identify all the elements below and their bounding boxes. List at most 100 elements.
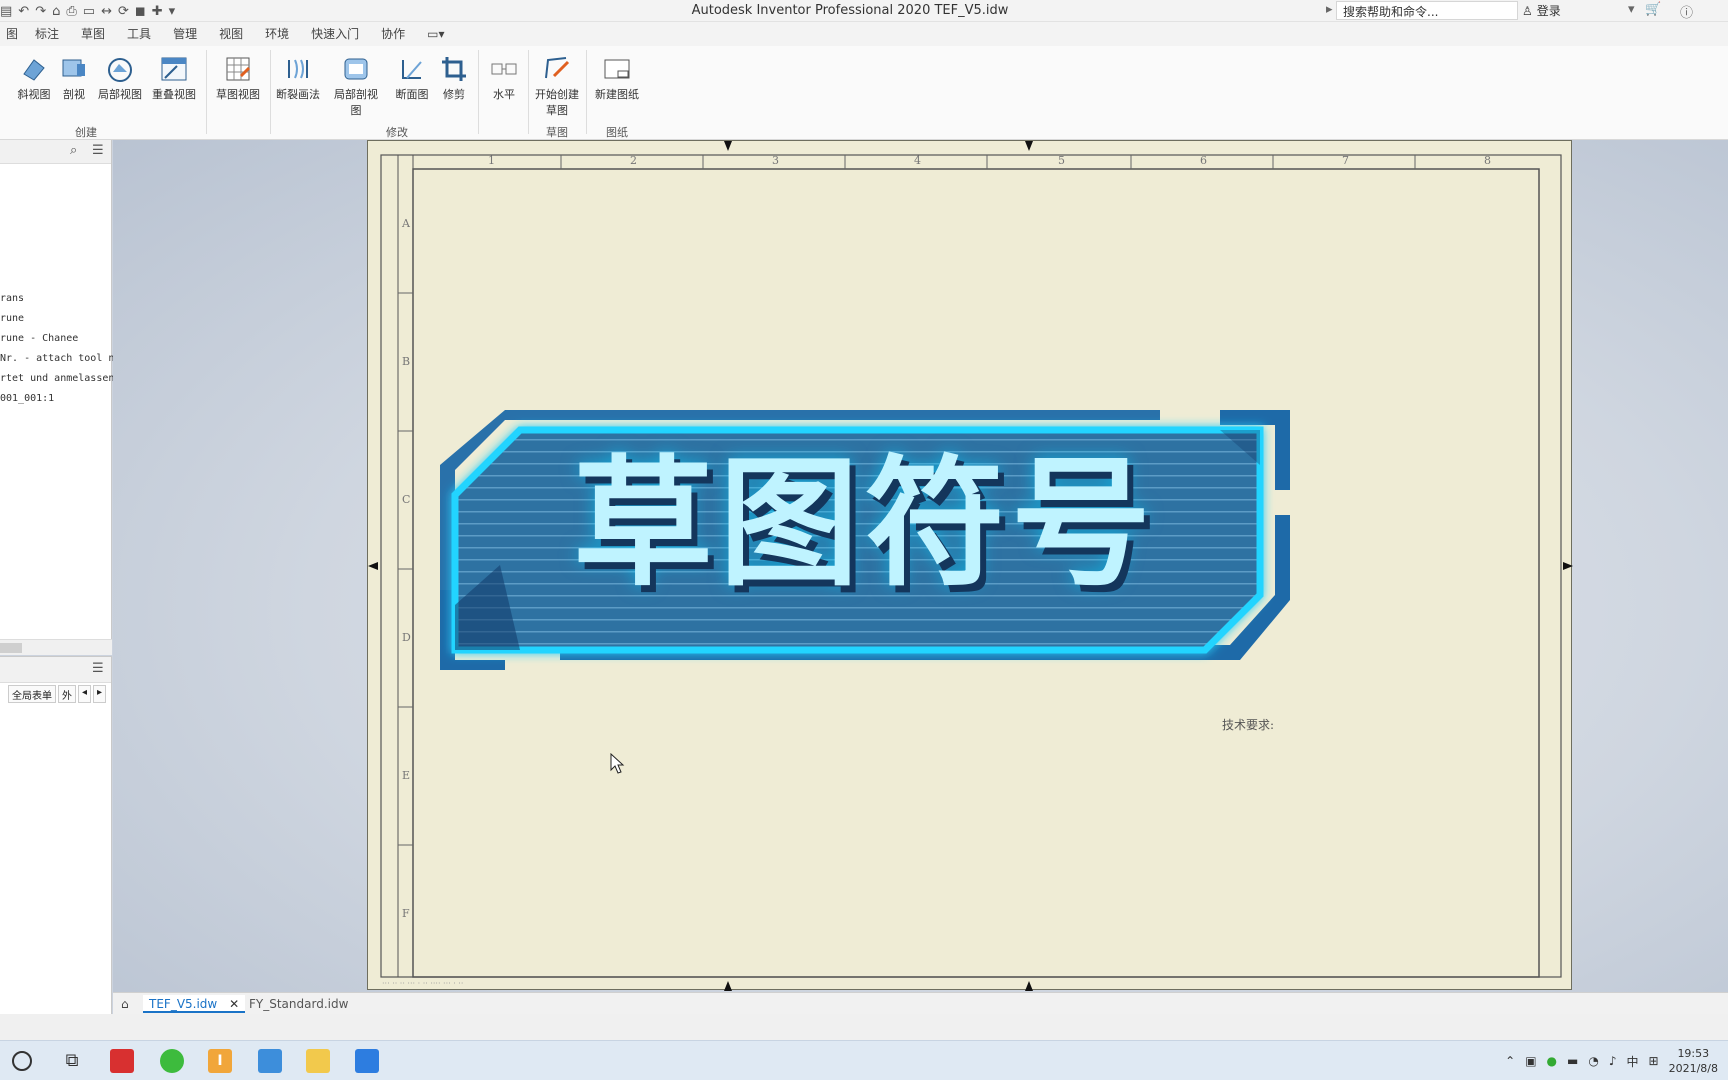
row-label: E xyxy=(402,769,411,782)
model-browser: ⌕ ☰ rans rune rune - Chanee Nr. - attach… xyxy=(0,140,114,655)
plus-icon[interactable]: ✚ xyxy=(152,4,163,19)
redo-icon[interactable]: ↷ xyxy=(35,4,46,19)
break-button[interactable]: 断裂画法 xyxy=(274,50,322,112)
tab-manage[interactable]: 管理 xyxy=(162,22,208,46)
file-explorer-icon[interactable] xyxy=(306,1049,330,1073)
draft-view-button[interactable]: 草图视图 xyxy=(214,50,262,112)
task-view-icon[interactable]: ⧉ xyxy=(60,1049,84,1073)
tab-environments[interactable]: 环境 xyxy=(254,22,300,46)
window-title: Autodesk Inventor Professional 2020 TEF_… xyxy=(691,3,1009,18)
browser-horizontal-scrollbar[interactable] xyxy=(0,639,112,655)
home-icon[interactable]: ⌂ xyxy=(52,4,60,19)
cart-icon[interactable]: 🛒 xyxy=(1645,2,1661,17)
browser-node[interactable]: rune - Chanee xyxy=(0,333,78,344)
inventor-icon[interactable]: I xyxy=(208,1049,232,1073)
document-icon[interactable]: ▭ xyxy=(83,4,95,19)
ribbon-tabs: 图 标注 草图 工具 管理 视图 环境 快速入门 协作 ▭▾ xyxy=(0,22,1728,46)
section-view-button[interactable]: 剖视 xyxy=(50,50,98,112)
status-bar xyxy=(0,1014,1728,1040)
help-search-input[interactable]: 搜索帮助和命令... xyxy=(1336,1,1518,20)
crop-icon xyxy=(439,54,469,84)
tray-app-icon[interactable]: ▣ xyxy=(1525,1054,1536,1068)
tab-collaborate[interactable]: 协作 xyxy=(370,22,416,46)
tab-external[interactable]: 外 xyxy=(58,685,76,703)
clock[interactable]: 19:53 2021/8/8 xyxy=(1669,1046,1718,1076)
home-icon[interactable]: ⌂ xyxy=(115,995,135,1013)
document-tabs: ⌂ TEF_V5.idw ✕ FY_Standard.idw xyxy=(113,992,1728,1014)
appearance-icon[interactable]: ◼ xyxy=(135,4,146,19)
overlay-view-button[interactable]: 重叠视图 xyxy=(150,50,198,112)
update-icon[interactable]: ⟳ xyxy=(118,4,129,19)
input-mode-icon[interactable]: ⊞ xyxy=(1649,1054,1659,1068)
column-label: 6 xyxy=(1200,154,1207,167)
ime-indicator[interactable]: 中 xyxy=(1627,1053,1639,1070)
slice-button[interactable]: 断面图 xyxy=(388,50,436,112)
chevron-right-icon[interactable]: ▸ xyxy=(1326,2,1333,17)
start-sketch-icon xyxy=(542,54,572,84)
close-icon[interactable]: ✕ xyxy=(229,997,239,1011)
app-blue-icon[interactable] xyxy=(355,1049,379,1073)
tab-annotate[interactable]: 标注 xyxy=(24,22,70,46)
customize-icon[interactable]: ▾ xyxy=(169,4,176,19)
crop-button[interactable]: 修剪 xyxy=(430,50,478,112)
row-label: C xyxy=(402,493,411,506)
scroll-right-icon[interactable]: ▸ xyxy=(93,685,107,703)
tab-tools[interactable]: 工具 xyxy=(116,22,162,46)
control-panel-icon[interactable] xyxy=(258,1049,282,1073)
group-label-sheets: 图纸 xyxy=(606,126,628,139)
column-label: 4 xyxy=(914,154,921,167)
sheet-footer-text: ··· ·· ·· ··· · ·· ···· ··· · ·· xyxy=(382,979,464,988)
menu-icon[interactable]: ☰ xyxy=(92,143,104,158)
volume-icon[interactable]: ♪ xyxy=(1609,1054,1617,1068)
properties-tabs: 全局表单 外 ◂ ▸ xyxy=(0,685,112,703)
doc-tab-tef-v5[interactable]: TEF_V5.idw ✕ xyxy=(143,995,246,1013)
windows-taskbar: ⧉ I ⌃ ▣ ● ▬ ◔ ♪ 中 ⊞ 19:53 2021/8/8 xyxy=(0,1040,1728,1080)
help-icon[interactable]: ⓘ xyxy=(1680,2,1693,21)
break-out-icon xyxy=(341,54,371,84)
break-out-button[interactable]: 局部剖视图 xyxy=(332,50,380,117)
technical-requirements-note[interactable]: 技术要求: xyxy=(1222,716,1274,733)
scroll-left-icon[interactable]: ◂ xyxy=(78,685,92,703)
search-icon[interactable] xyxy=(12,1051,32,1071)
browser-icon[interactable] xyxy=(160,1049,184,1073)
sign-in-label: 登录 xyxy=(1536,4,1561,18)
group-label-modify: 修改 xyxy=(386,126,408,139)
print-icon[interactable]: ⎙ xyxy=(66,4,76,19)
overlay-title: 草图符号 xyxy=(572,443,1157,606)
title-bar: ▤ ↶ ↷ ⌂ ⎙ ▭ ↔ ⟳ ◼ ✚ ▾ Autodesk Inventor … xyxy=(0,0,1728,22)
horizontal-button[interactable]: 水平 xyxy=(480,50,528,112)
tab-get-started[interactable]: 快速入门 xyxy=(300,22,370,46)
dropdown-icon[interactable]: ▾ xyxy=(1628,2,1635,17)
group-label-sketch: 草图 xyxy=(546,126,568,139)
properties-header: ☰ xyxy=(0,657,111,683)
undo-icon[interactable]: ↶ xyxy=(18,4,29,19)
break-icon xyxy=(283,54,313,84)
sign-in-button[interactable]: ♙ 登录 xyxy=(1522,2,1561,19)
tab-global-form[interactable]: 全局表单 xyxy=(8,685,56,703)
network-icon[interactable]: ◔ xyxy=(1588,1054,1598,1068)
menu-icon[interactable]: ☰ xyxy=(92,661,104,676)
column-label: 8 xyxy=(1484,154,1491,167)
measure-icon[interactable]: ↔ xyxy=(101,4,112,19)
browser-node[interactable]: rtet und anmelassen xyxy=(0,373,114,384)
new-sheet-button[interactable]: 新建图纸 xyxy=(590,50,644,112)
tray-app-icon[interactable]: ● xyxy=(1547,1054,1557,1068)
save-icon[interactable]: ▤ xyxy=(0,4,12,19)
browser-node[interactable]: rune xyxy=(0,313,24,324)
tab-sketch[interactable]: 草图 xyxy=(70,22,116,46)
ribbon-options-icon[interactable]: ▭▾ xyxy=(416,22,455,46)
search-icon[interactable]: ⌕ xyxy=(70,143,77,158)
chevron-up-icon[interactable]: ⌃ xyxy=(1505,1054,1515,1068)
detail-view-button[interactable]: 局部视图 xyxy=(96,50,144,112)
tab-view[interactable]: 视图 xyxy=(208,22,254,46)
start-sketch-button[interactable]: 开始创建草图 xyxy=(532,50,582,117)
browser-node[interactable]: rans xyxy=(0,293,24,304)
browser-node[interactable]: Nr. - attach tool n xyxy=(0,353,114,364)
tab-partial[interactable]: 图 xyxy=(0,22,24,46)
doc-tab-fy-standard[interactable]: FY_Standard.idw xyxy=(243,995,354,1013)
slice-icon xyxy=(397,54,427,84)
app-red-icon[interactable] xyxy=(110,1049,134,1073)
user-icon: ♙ xyxy=(1522,3,1533,18)
browser-node[interactable]: 001_001:1 xyxy=(0,393,54,404)
battery-icon[interactable]: ▬ xyxy=(1567,1054,1578,1068)
